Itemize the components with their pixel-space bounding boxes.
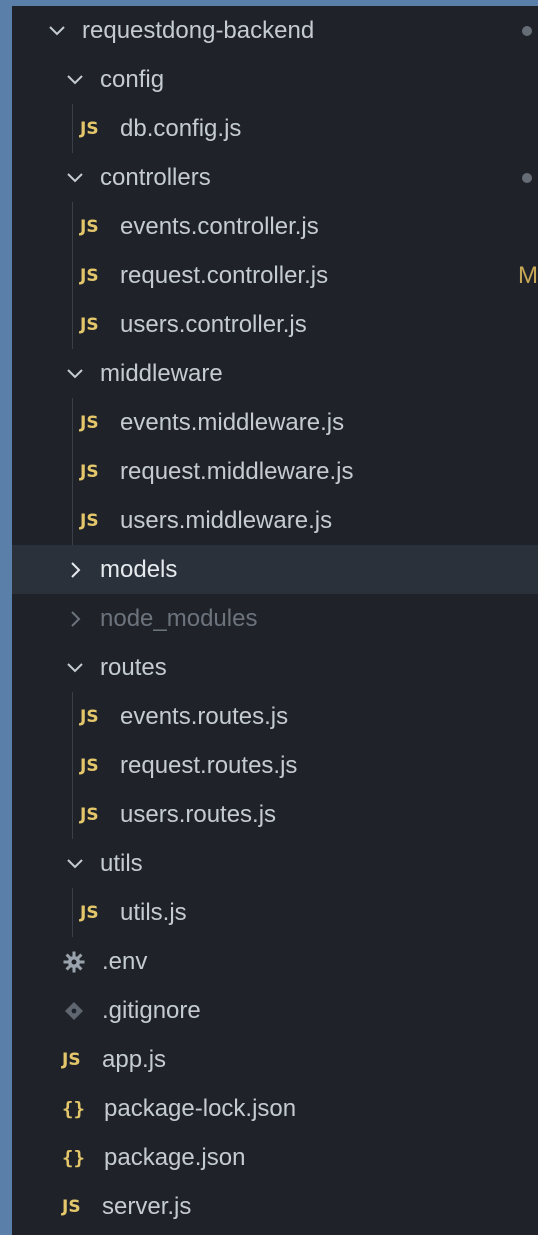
tree-item-label: events.controller.js — [120, 212, 319, 240]
tree-item-label: controllers — [100, 163, 211, 191]
tree-item-label: request.controller.js — [120, 261, 329, 289]
tree-item-label: package.json — [104, 1143, 246, 1171]
indent-guide — [72, 398, 73, 447]
file-users-routes[interactable]: JS users.routes.js — [12, 790, 538, 839]
folder-routes[interactable]: routes — [12, 643, 538, 692]
tree-item-label: .gitignore — [102, 996, 201, 1024]
modified-dot-indicator — [522, 25, 532, 36]
json-file-icon: {} — [62, 1146, 85, 1169]
file-users-controller[interactable]: JS users.controller.js — [12, 300, 538, 349]
indent-guide — [72, 888, 73, 937]
indent-guide — [72, 496, 73, 545]
js-file-icon: JS — [80, 804, 99, 825]
tree-item-label: request.middleware.js — [120, 457, 354, 485]
tree-item-label: events.middleware.js — [120, 408, 345, 436]
tree-item-label: server.js — [102, 1192, 192, 1220]
file-app[interactable]: JS app.js — [12, 1035, 538, 1084]
git-modified-badge: M — [518, 261, 538, 289]
file-db-config[interactable]: JS db.config.js — [12, 104, 538, 153]
tree-item-label: request.routes.js — [120, 751, 298, 779]
js-file-icon: JS — [80, 118, 99, 139]
chevron-down-icon[interactable] — [62, 67, 88, 93]
js-file-icon: JS — [62, 1196, 81, 1217]
file-request-routes[interactable]: JS request.routes.js — [12, 741, 538, 790]
file-package-lock[interactable]: {} package-lock.json — [12, 1084, 538, 1133]
file-events-controller[interactable]: JS events.controller.js — [12, 202, 538, 251]
chevron-down-icon[interactable] — [62, 361, 88, 387]
folder-utils[interactable]: utils — [12, 839, 538, 888]
tree-item-label: requestdong-backend — [82, 16, 315, 44]
tree-item-label: node_modules — [100, 604, 258, 632]
js-file-icon: JS — [80, 510, 99, 531]
file-events-routes[interactable]: JS events.routes.js — [12, 692, 538, 741]
git-diamond-icon — [62, 999, 90, 1023]
js-file-icon: JS — [80, 412, 99, 433]
tree-item-label: users.controller.js — [120, 310, 307, 338]
file-tree: requestdong-backend config JS db.config.js c… — [12, 6, 538, 1231]
chevron-down-icon[interactable] — [62, 165, 88, 191]
indent-guide — [72, 741, 73, 790]
chevron-right-icon[interactable] — [62, 606, 88, 632]
chevron-right-icon[interactable] — [62, 557, 88, 583]
js-file-icon: JS — [80, 461, 99, 482]
tree-item-label: models — [100, 555, 178, 583]
file-server[interactable]: JS server.js — [12, 1182, 538, 1231]
file-request-middleware[interactable]: JS request.middleware.js — [12, 447, 538, 496]
tree-item-label: .env — [102, 947, 148, 975]
folder-middleware[interactable]: middleware — [12, 349, 538, 398]
indent-guide — [72, 300, 73, 349]
folder-config[interactable]: config — [12, 55, 538, 104]
tree-item-label: users.middleware.js — [120, 506, 333, 534]
chevron-down-icon[interactable] — [62, 851, 88, 877]
tree-item-label: middleware — [100, 359, 223, 387]
js-file-icon: JS — [80, 755, 99, 776]
tree-item-label: utils — [100, 849, 143, 877]
json-file-icon: {} — [62, 1097, 85, 1120]
tree-item-label: package-lock.json — [104, 1094, 297, 1122]
chevron-down-icon[interactable] — [44, 18, 70, 44]
tree-item-label: users.routes.js — [120, 800, 277, 828]
js-file-icon: JS — [80, 706, 99, 727]
js-file-icon: JS — [80, 902, 99, 923]
indent-guide — [72, 202, 73, 251]
folder-node-modules[interactable]: node_modules — [12, 594, 538, 643]
indent-guide — [72, 104, 73, 153]
indent-guide — [72, 692, 73, 741]
file-explorer-panel: requestdong-backend config JS db.config.js c… — [12, 6, 538, 1235]
tree-item-label: events.routes.js — [120, 702, 289, 730]
indent-guide — [72, 447, 73, 496]
js-file-icon: JS — [80, 265, 99, 286]
tree-item-label: utils.js — [120, 898, 187, 926]
gear-icon — [62, 950, 90, 974]
tree-item-label: db.config.js — [120, 114, 242, 142]
indent-guide — [72, 251, 73, 300]
tree-item-label: routes — [100, 653, 167, 681]
file-gitignore[interactable]: .gitignore — [12, 986, 538, 1035]
file-events-middleware[interactable]: JS events.middleware.js — [12, 398, 538, 447]
folder-models[interactable]: models — [12, 545, 538, 594]
modified-dot-indicator — [522, 172, 532, 183]
chevron-down-icon[interactable] — [62, 655, 88, 681]
file-package[interactable]: {} package.json — [12, 1133, 538, 1182]
tree-item-label: config — [100, 65, 165, 93]
root-folder[interactable]: requestdong-backend — [12, 6, 538, 55]
js-file-icon: JS — [62, 1049, 81, 1070]
file-users-middleware[interactable]: JS users.middleware.js — [12, 496, 538, 545]
folder-controllers[interactable]: controllers — [12, 153, 538, 202]
file-env[interactable]: .env — [12, 937, 538, 986]
js-file-icon: JS — [80, 216, 99, 237]
file-request-controller[interactable]: JS request.controller.js M — [12, 251, 538, 300]
js-file-icon: JS — [80, 314, 99, 335]
file-utils[interactable]: JS utils.js — [12, 888, 538, 937]
indent-guide — [72, 790, 73, 839]
tree-item-label: app.js — [102, 1045, 167, 1073]
